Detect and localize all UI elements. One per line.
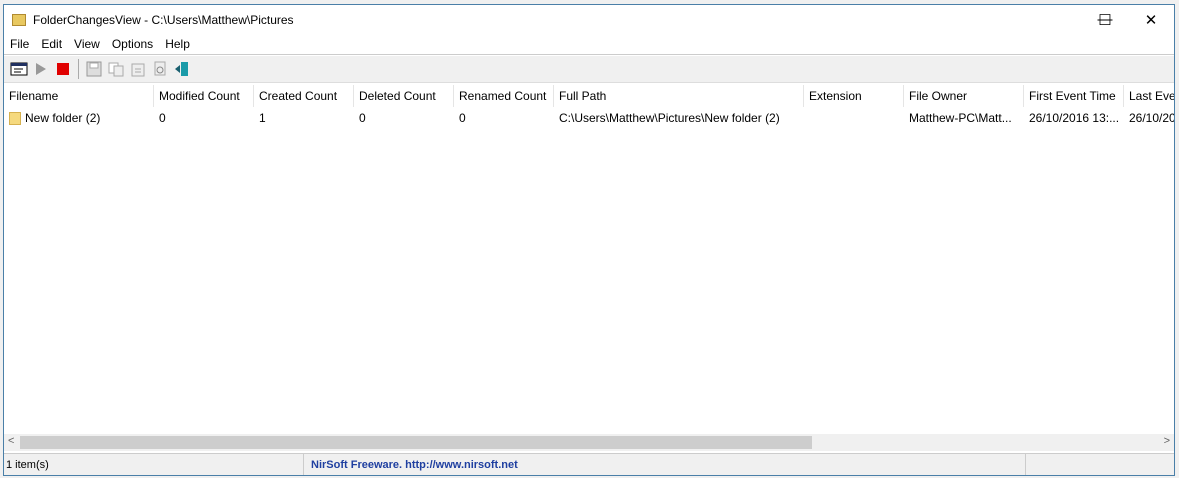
exit-icon[interactable] (171, 58, 193, 80)
maximize-button[interactable]: ☐ (1082, 5, 1128, 34)
status-bar: 1 item(s) NirSoft Freeware. http://www.n… (4, 453, 1174, 475)
toolbar-separator (78, 59, 79, 79)
app-icon (12, 13, 26, 26)
menu-bar: File Edit View Options Help (4, 34, 1174, 55)
find-icon[interactable] (149, 58, 171, 80)
column-header-first-event-time[interactable]: First Event Time (1024, 85, 1124, 107)
horizontal-scrollbar[interactable]: < > (4, 434, 1174, 451)
cell-modified-count: 0 (159, 111, 166, 125)
list-header: Filename Modified Count Created Count De… (4, 85, 1174, 107)
menu-file[interactable]: File (4, 37, 35, 51)
table-row[interactable]: New folder (2) 0 1 0 0 C:\Users\Matthew\… (4, 107, 1174, 129)
column-header-file-owner[interactable]: File Owner (904, 85, 1024, 107)
menu-view[interactable]: View (68, 37, 106, 51)
nirsoft-link[interactable]: NirSoft Freeware. http://www.nirsoft.net (304, 454, 1026, 475)
filename-text: New folder (2) (25, 111, 101, 125)
cell-renamed-count: 0 (459, 111, 466, 125)
scrollbar-thumb[interactable] (20, 436, 812, 449)
main-window: FolderChangesView - C:\Users\Matthew\Pic… (3, 4, 1175, 476)
column-header-created-count[interactable]: Created Count (254, 85, 354, 107)
cell-extension (804, 107, 904, 129)
window-title: FolderChangesView - C:\Users\Matthew\Pic… (33, 12, 294, 27)
menu-help[interactable]: Help (159, 37, 196, 51)
scroll-left-icon[interactable]: < (8, 435, 14, 447)
menu-options[interactable]: Options (106, 37, 159, 51)
save-icon[interactable] (83, 58, 105, 80)
close-button[interactable]: ✕ (1128, 5, 1174, 34)
start-icon[interactable] (30, 58, 52, 80)
column-header-renamed-count[interactable]: Renamed Count (454, 85, 554, 107)
column-header-full-path[interactable]: Full Path (554, 85, 804, 107)
column-header-last-event-time[interactable]: Last Event Time (1124, 85, 1174, 107)
status-item-count: 1 item(s) (4, 454, 304, 475)
folder-icon (9, 111, 21, 125)
title-bar: FolderChangesView - C:\Users\Matthew\Pic… (4, 5, 1174, 34)
toolbar (4, 56, 1174, 83)
html-report-icon[interactable] (127, 58, 149, 80)
cell-filename: New folder (2) (4, 107, 154, 129)
cell-deleted-count: 0 (359, 111, 366, 125)
stop-icon[interactable] (52, 58, 74, 80)
scroll-right-icon[interactable]: > (1164, 435, 1170, 447)
cell-last-event-time: 26/10/2016 13:... (1129, 111, 1174, 125)
copy-icon[interactable] (105, 58, 127, 80)
column-header-filename[interactable]: Filename (4, 85, 154, 107)
cell-created-count: 1 (259, 111, 266, 125)
properties-icon[interactable] (8, 58, 30, 80)
cell-file-owner: Matthew-PC\Matt... (909, 111, 1012, 125)
changes-list: Filename Modified Count Created Count De… (4, 85, 1174, 435)
menu-edit[interactable]: Edit (35, 37, 68, 51)
status-empty-panel (1026, 454, 1174, 475)
cell-full-path: C:\Users\Matthew\Pictures\New folder (2) (559, 111, 780, 125)
cell-first-event-time: 26/10/2016 13:... (1029, 111, 1120, 125)
minimize-button-2[interactable] (1036, 5, 1082, 34)
column-header-deleted-count[interactable]: Deleted Count (354, 85, 454, 107)
column-header-modified-count[interactable]: Modified Count (154, 85, 254, 107)
column-header-extension[interactable]: Extension (804, 85, 904, 107)
